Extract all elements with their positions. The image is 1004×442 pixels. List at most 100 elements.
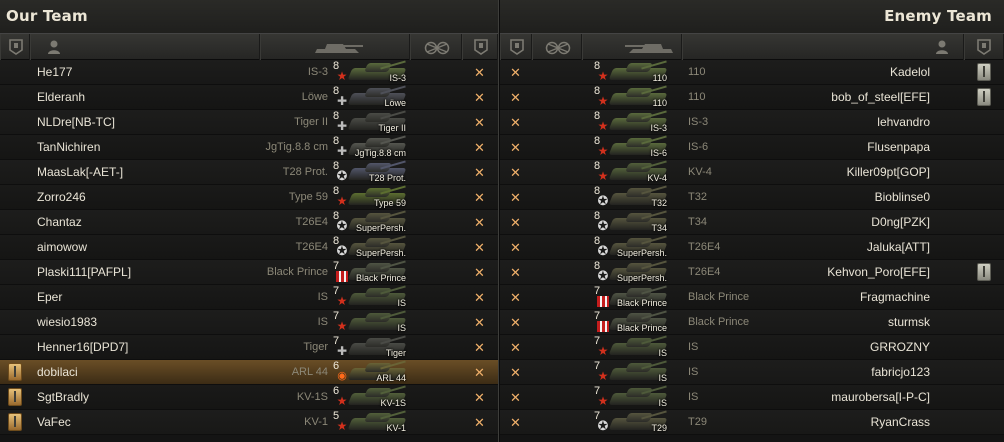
tank-label: T32 — [651, 198, 667, 208]
player-name[interactable]: TanNichiren — [37, 140, 100, 154]
player-name[interactable]: Henner16[DPD7] — [37, 340, 128, 354]
our-team-list: He177 IS-3 ★ IS-3 8 ✕ Elderanh Löwe ✚ Löwe 8 ✕ NLDre… — [0, 60, 498, 435]
enemy-player-row[interactable]: Flusenpapa IS-6 ★ IS-6 8 ✕ — [500, 135, 1004, 160]
vehicle-icon: ✪ T34 — [597, 210, 669, 233]
player-name[interactable]: Bioblinse0 — [875, 190, 930, 204]
player-name[interactable]: Eper — [37, 290, 62, 304]
enemy-player-row[interactable]: sturmsk Black Prince Black Prince 7 ✕ — [500, 310, 1004, 335]
vehicle-icon: ✪ T28 Prot. — [336, 160, 408, 183]
player-name[interactable]: Plaski111[PAFPL] — [37, 265, 131, 279]
player-name[interactable]: lehvandro — [877, 115, 930, 129]
vehicle-name: JgTig.8.8 cm — [265, 141, 328, 153]
player-name[interactable]: Chantaz — [37, 215, 82, 229]
ally-player-row[interactable]: TanNichiren JgTig.8.8 cm ✚ JgTig.8.8 cm 8 ✕ — [0, 135, 498, 160]
enemy-player-row[interactable]: Kehvon_Poro[EFE] T26E4 ✪ SuperPersh. 8 ✕ — [500, 260, 1004, 285]
vehicle-name: Löwe — [301, 91, 328, 103]
player-name[interactable]: Killer09pt[GOP] — [847, 165, 930, 179]
enemy-header-medal-cell[interactable] — [500, 34, 532, 60]
vehicle-tier: 8 — [333, 210, 340, 222]
ally-player-row[interactable]: Eper IS ★ IS 7 ✕ — [0, 285, 498, 310]
tank-label: IS — [397, 323, 406, 333]
tank-label: JgTig.8.8 cm — [354, 148, 406, 158]
player-name[interactable]: Zorro246 — [37, 190, 86, 204]
ally-player-row[interactable]: MaasLak[-AET-] T28 Prot. ✪ T28 Prot. 8 ✕ — [0, 160, 498, 185]
header-vehicle-cell[interactable] — [260, 34, 410, 60]
vehicle-icon: ★ IS — [597, 335, 669, 358]
player-name[interactable]: dobilaci — [37, 365, 78, 379]
vehicle-icon: ★ 110 — [597, 85, 669, 108]
header-medal-cell-2[interactable] — [462, 34, 498, 60]
enemy-player-row[interactable]: D0ng[PZK] T34 ✪ T34 8 ✕ — [500, 210, 1004, 235]
vehicle-name: Type 59 — [288, 191, 328, 203]
ally-player-row[interactable]: dobilaci ARL 44 ◉ ARL 44 6 ✕ — [0, 360, 498, 385]
tank-label: IS-3 — [389, 73, 406, 83]
enemy-player-row[interactable]: bob_of_steel[EFE] 110 ★ 110 8 ✕ — [500, 85, 1004, 110]
player-name[interactable]: Kehvon_Poro[EFE] — [827, 265, 930, 279]
enemy-player-row[interactable]: GRROZNY IS ★ IS 7 ✕ — [500, 335, 1004, 360]
ally-player-row[interactable]: He177 IS-3 ★ IS-3 8 ✕ — [0, 60, 498, 85]
player-name[interactable]: sturmsk — [888, 315, 930, 329]
player-name[interactable]: D0ng[PZK] — [871, 215, 930, 229]
ally-player-row[interactable]: NLDre[NB-TC] Tiger II ✚ Tiger II 8 ✕ — [0, 110, 498, 135]
player-name[interactable]: Jaluka[ATT] — [867, 240, 930, 254]
vehicle-icon: ★ KV-4 — [597, 160, 669, 183]
player-name[interactable]: NLDre[NB-TC] — [37, 115, 115, 129]
vehicle-column-icon — [625, 44, 673, 53]
player-name[interactable]: maurobersa[I-P-C] — [831, 390, 930, 404]
status-x-icon: ✕ — [510, 165, 521, 180]
player-name[interactable]: Flusenpapa — [867, 140, 930, 154]
header-player-cell[interactable] — [30, 34, 260, 60]
enemy-player-row[interactable]: RyanCrass T29 ✪ T29 7 ✕ — [500, 410, 1004, 435]
player-name[interactable]: Kadelol — [890, 65, 930, 79]
enemy-player-row[interactable]: Kadelol 110 ★ 110 8 ✕ — [500, 60, 1004, 85]
player-name[interactable]: Fragmachine — [860, 290, 930, 304]
enemy-player-row[interactable]: Jaluka[ATT] T26E4 ✪ SuperPersh. 8 ✕ — [500, 235, 1004, 260]
player-name[interactable]: VaFec — [37, 415, 71, 429]
vehicle-icon: ★ IS-6 — [597, 135, 669, 158]
rank-medal-icon — [8, 363, 22, 381]
vehicle-tier: 7 — [333, 285, 340, 297]
player-name[interactable]: SgtBradly — [37, 390, 89, 404]
enemy-player-row[interactable]: maurobersa[I-P-C] IS ★ IS 7 ✕ — [500, 385, 1004, 410]
enemy-player-row[interactable]: Killer09pt[GOP] KV-4 ★ KV-4 8 ✕ — [500, 160, 1004, 185]
enemy-header-vehicle-cell[interactable] — [582, 34, 682, 60]
vehicle-icon: ✪ T29 — [597, 410, 669, 433]
enemy-player-row[interactable]: fabricjo123 IS ★ IS 7 ✕ — [500, 360, 1004, 385]
enemy-header-player-cell[interactable] — [682, 34, 964, 60]
ally-player-row[interactable]: VaFec KV-1 ★ KV-1 5 ✕ — [0, 410, 498, 435]
ally-player-row[interactable]: Henner16[DPD7] Tiger ✚ Tiger 7 ✕ — [0, 335, 498, 360]
player-name[interactable]: He177 — [37, 65, 72, 79]
status-x-icon: ✕ — [474, 190, 485, 205]
tank-label: IS-3 — [650, 123, 667, 133]
ally-player-row[interactable]: Plaski111[PAFPL] Black Prince Black Prince… — [0, 260, 498, 285]
vehicle-tier: 7 — [594, 335, 601, 347]
status-x-icon: ✕ — [510, 390, 521, 405]
enemy-player-row[interactable]: lehvandro IS-3 ★ IS-3 8 ✕ — [500, 110, 1004, 135]
vehicle-tier: 7 — [333, 335, 340, 347]
player-name[interactable]: RyanCrass — [871, 415, 930, 429]
ally-player-row[interactable]: Elderanh Löwe ✚ Löwe 8 ✕ — [0, 85, 498, 110]
player-name[interactable]: bob_of_steel[EFE] — [831, 90, 930, 104]
ally-player-row[interactable]: aimowow T26E4 ✪ SuperPersh. 8 ✕ — [0, 235, 498, 260]
enemy-header-frags-cell[interactable] — [532, 34, 582, 60]
player-name[interactable]: Elderanh — [37, 90, 85, 104]
player-name[interactable]: aimowow — [37, 240, 87, 254]
player-name[interactable]: MaasLak[-AET-] — [37, 165, 123, 179]
vehicle-icon: ✚ Tiger — [336, 335, 408, 358]
vehicle-column-icon — [315, 44, 363, 53]
player-name[interactable]: fabricjo123 — [871, 365, 930, 379]
enemy-header-medal-cell-2[interactable] — [964, 34, 1004, 60]
ally-player-row[interactable]: wiesio1983 IS ★ IS 7 ✕ — [0, 310, 498, 335]
header-medal-cell[interactable] — [0, 34, 30, 60]
enemy-player-row[interactable]: Bioblinse0 T32 ✪ T32 8 ✕ — [500, 185, 1004, 210]
tank-label: SuperPersh. — [616, 273, 667, 283]
header-frags-cell[interactable] — [410, 34, 462, 60]
ally-player-row[interactable]: Chantaz T26E4 ✪ SuperPersh. 8 ✕ — [0, 210, 498, 235]
status-x-icon: ✕ — [510, 65, 521, 80]
player-name[interactable]: GRROZNY — [870, 340, 930, 354]
ally-player-row[interactable]: SgtBradly KV-1S ★ KV-1S 6 ✕ — [0, 385, 498, 410]
vehicle-icon: ✪ SuperPersh. — [336, 235, 408, 258]
ally-player-row[interactable]: Zorro246 Type 59 ★ Type 59 8 ✕ — [0, 185, 498, 210]
enemy-player-row[interactable]: Fragmachine Black Prince Black Prince 7 ✕ — [500, 285, 1004, 310]
player-name[interactable]: wiesio1983 — [37, 315, 97, 329]
